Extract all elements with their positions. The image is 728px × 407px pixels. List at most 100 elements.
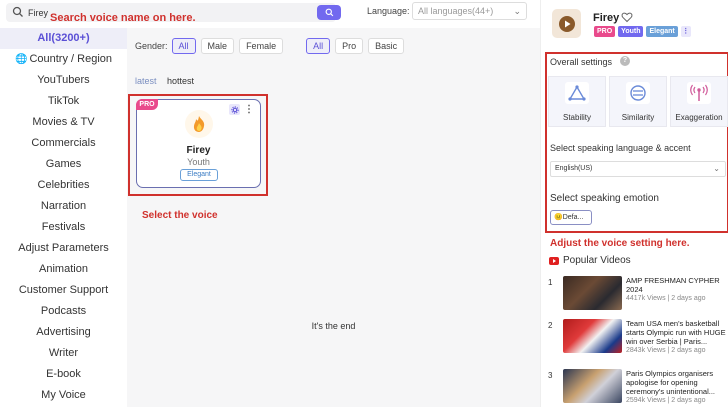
gender-filter-all[interactable]: All — [171, 38, 196, 54]
globe-icon: 🌐 — [15, 54, 28, 65]
sidebar-item-festivals[interactable]: Festivals — [0, 217, 127, 238]
sort-row: latest hottest — [135, 76, 194, 86]
sidebar-item-label: Adjust Parameters — [18, 242, 109, 254]
sidebar-item-customer-support[interactable]: Customer Support — [0, 280, 127, 301]
sidebar-item-label: Country / Region — [29, 53, 112, 65]
category-sidebar: All(3200+) 🌐 Country / Region YouTubers T… — [0, 28, 127, 407]
voice-card-highlight: PRO ⋮ Firey Youth Elegant — [128, 94, 268, 196]
voice-avatar — [185, 110, 213, 138]
exaggeration-card[interactable]: Exaggeration — [670, 76, 728, 127]
fire-avatar-icon — [193, 116, 205, 132]
sidebar-item-label: Movies & TV — [32, 116, 95, 128]
youtube-icon — [549, 256, 559, 265]
profile-tag-pro: PRO — [594, 26, 616, 37]
video-title[interactable]: AMP FRESHMAN CYPHER 2024 4417k Views | 2… — [626, 276, 728, 303]
video-number: 1 — [548, 278, 553, 287]
smile-icon: 😐 — [554, 214, 563, 221]
video-thumbnail[interactable] — [563, 369, 622, 403]
language-select[interactable]: All languages(44+) ⌄ — [412, 2, 527, 20]
sidebar-item-label: TikTok — [47, 95, 80, 107]
video-item[interactable]: 3 Paris Olympics organisers apologise fo… — [548, 369, 728, 405]
similarity-card[interactable]: Similarity — [609, 76, 667, 127]
sidebar-item-e-book[interactable]: E-book — [0, 364, 127, 385]
profile-tag-youth: Youth — [618, 26, 644, 37]
tier-filter-basic[interactable]: Basic — [368, 38, 405, 54]
sidebar-item-advertising[interactable]: Advertising — [0, 322, 127, 343]
sidebar-item-commercials[interactable]: Commercials — [0, 133, 127, 154]
speaking-language-label: Select speaking language & accent — [550, 143, 691, 153]
sidebar-item-label: E-book — [46, 368, 81, 380]
gender-filter-male[interactable]: Male — [200, 38, 235, 54]
stability-label: Stability — [562, 113, 591, 122]
video-thumbnail[interactable] — [563, 276, 622, 310]
more-tags-icon[interactable]: ⋮ — [680, 26, 691, 37]
sidebar-item-writer[interactable]: Writer — [0, 343, 127, 364]
more-options-icon[interactable]: ⋮ — [244, 104, 254, 115]
profile-tags: PRO Youth Elegant ⋮ — [594, 26, 691, 37]
video-item[interactable]: 2 Team USA men's basketball starts Olymp… — [548, 319, 728, 355]
video-thumbnail[interactable] — [563, 319, 622, 353]
sort-latest[interactable]: latest — [135, 76, 157, 86]
exaggeration-label: Exaggeration — [675, 113, 723, 122]
video-number: 2 — [548, 321, 553, 330]
gender-label: Gender: — [135, 41, 168, 51]
help-icon[interactable]: ? — [620, 56, 630, 66]
sidebar-item-youtubers[interactable]: YouTubers — [0, 70, 127, 91]
search-button-icon — [325, 8, 333, 17]
chevron-down-icon: ⌄ — [513, 6, 521, 16]
sort-hottest[interactable]: hottest — [167, 76, 194, 86]
heart-icon[interactable] — [621, 11, 633, 23]
settings-title: Overall settings — [550, 57, 613, 67]
sidebar-item-games[interactable]: Games — [0, 154, 127, 175]
sidebar-item-movies-tv[interactable]: Movies & TV — [0, 112, 127, 133]
sidebar-item-label: Narration — [40, 200, 87, 212]
emotion-button[interactable]: 😐Defa... — [550, 210, 592, 225]
sidebar-item-adjust-parameters[interactable]: Adjust Parameters — [0, 238, 127, 259]
adjust-setting-annotation: Adjust the voice setting here. — [550, 238, 690, 249]
voice-card-name: Firey — [186, 145, 211, 156]
speaking-language-select[interactable]: English(US) ⌄ — [550, 161, 726, 177]
popular-videos-title: Popular Videos — [563, 255, 631, 266]
video-title[interactable]: Paris Olympics organisers apologise for … — [626, 369, 728, 405]
sidebar-item-label: Animation — [39, 263, 88, 275]
sidebar-item-label: Festivals — [41, 221, 86, 233]
video-title-text: Paris Olympics organisers apologise for … — [626, 369, 715, 396]
sidebar-item-label: All(3200+) — [37, 32, 90, 44]
search-button[interactable] — [317, 5, 341, 20]
sidebar-item-label: Celebrities — [37, 179, 90, 191]
play-icon[interactable] — [558, 15, 576, 33]
stability-card[interactable]: Stability — [548, 76, 606, 127]
video-title-text: Team USA men's basketball starts Olympic… — [626, 319, 726, 346]
sidebar-item-all[interactable]: All(3200+) — [0, 28, 127, 49]
sidebar-item-narration[interactable]: Narration — [0, 196, 127, 217]
tier-filter-all[interactable]: All — [306, 38, 331, 54]
exaggeration-icon — [686, 81, 712, 105]
video-title[interactable]: Team USA men's basketball starts Olympic… — [626, 319, 728, 355]
sidebar-item-label: My Voice — [41, 389, 86, 401]
voice-card[interactable]: PRO ⋮ Firey Youth Elegant — [136, 99, 261, 188]
end-of-list-text: It's the end — [311, 321, 356, 331]
sidebar-item-label: Customer Support — [18, 284, 109, 296]
voice-settings-panel: Firey PRO Youth Elegant ⋮ Overall settin… — [540, 0, 728, 407]
video-meta: 2843k Views | 2 days ago — [626, 347, 706, 354]
filter-row: Gender: All Male Female All Pro Basic — [135, 38, 409, 54]
language-label: Language: — [367, 6, 410, 16]
stability-icon — [564, 81, 590, 105]
tier-filter-pro[interactable]: Pro — [335, 38, 364, 54]
sidebar-item-country-region[interactable]: 🌐 Country / Region — [0, 49, 127, 70]
similarity-label: Similarity — [621, 113, 655, 122]
video-item[interactable]: 1 AMP FRESHMAN CYPHER 2024 4417k Views |… — [548, 276, 728, 312]
gender-filter-female[interactable]: Female — [239, 38, 284, 54]
gear-icon[interactable] — [229, 104, 240, 115]
sidebar-item-my-voice[interactable]: My Voice — [0, 385, 127, 406]
profile-avatar — [552, 9, 581, 38]
sidebar-item-animation[interactable]: Animation — [0, 259, 127, 280]
pro-badge: PRO — [136, 99, 158, 110]
sidebar-item-label: Writer — [48, 347, 79, 359]
similarity-icon — [625, 81, 651, 105]
video-meta: 2594k Views | 2 days ago — [626, 397, 706, 404]
sidebar-item-podcasts[interactable]: Podcasts — [0, 301, 127, 322]
sidebar-item-celebrities[interactable]: Celebrities — [0, 175, 127, 196]
sidebar-item-tiktok[interactable]: TikTok — [0, 91, 127, 112]
sidebar-item-label: Advertising — [36, 326, 91, 338]
